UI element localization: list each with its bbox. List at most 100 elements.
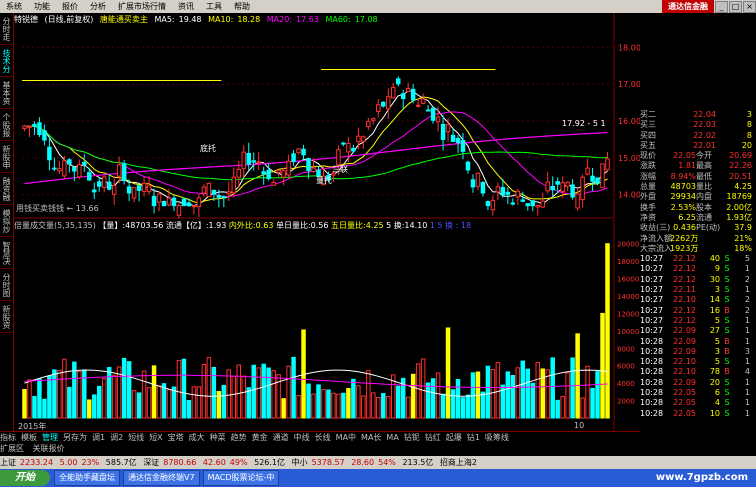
left-tab-fundamentals[interactable]: 基本资料 bbox=[0, 77, 13, 109]
candle-body bbox=[27, 125, 32, 128]
volume-bar bbox=[510, 374, 516, 419]
volume-bar bbox=[37, 378, 42, 419]
tick-direction: S bbox=[724, 326, 730, 336]
single-label: 单日量比: bbox=[275, 221, 311, 230]
volume-bar bbox=[261, 363, 266, 419]
indicator-tab[interactable]: 黄金 bbox=[252, 433, 268, 442]
indicator-tab[interactable]: 短线 bbox=[128, 433, 144, 442]
tick-direction: S bbox=[724, 274, 730, 284]
menu-item-ext-market[interactable]: 扩展市场行情 bbox=[112, 0, 172, 13]
strategy-label: 唐能通买卖主 bbox=[99, 15, 148, 24]
indicator-tab[interactable]: MA bbox=[386, 433, 398, 442]
tick-direction: B bbox=[724, 367, 730, 377]
volume-bar bbox=[141, 370, 147, 419]
candle-body bbox=[226, 191, 232, 195]
ma60-label: MA60: bbox=[325, 15, 351, 24]
indicator-tab[interactable]: 宝塔 bbox=[168, 433, 184, 442]
indicator-tab[interactable]: 指标 bbox=[0, 433, 16, 442]
indicator-tab[interactable]: 起爆 bbox=[446, 433, 462, 442]
tick-row: 10:28 22.05 4 S 1 bbox=[640, 398, 756, 408]
candle-body bbox=[550, 185, 555, 191]
left-tab-ipo[interactable]: 新股申购 bbox=[0, 141, 13, 173]
maximize-icon[interactable]: □ bbox=[729, 1, 742, 13]
indicator-tab[interactable]: 调1 bbox=[92, 433, 105, 442]
left-tab-news[interactable]: 新股资讯 bbox=[0, 301, 13, 333]
tab-related-quote[interactable]: 关联报价 bbox=[33, 444, 65, 453]
tick-direction: B bbox=[724, 346, 730, 356]
taskbar-item-tdx[interactable]: 通达信金融终端V7 bbox=[123, 470, 200, 486]
start-button[interactable]: 开始 bbox=[0, 470, 50, 486]
left-tab-minute[interactable]: 分时图 bbox=[0, 269, 13, 301]
current-price-annotation: 17.92 - 5 1 bbox=[562, 119, 606, 128]
indicator-tab[interactable]: 中线 bbox=[294, 433, 310, 442]
left-tab-intraday[interactable]: 分时走势 bbox=[0, 13, 13, 45]
bid-volume: 8 bbox=[746, 120, 752, 130]
stat-label: 涨跌 bbox=[640, 161, 656, 171]
menu-item-tools[interactable]: 工具 bbox=[200, 0, 228, 13]
indicator-tab[interactable]: 钻1 bbox=[467, 433, 480, 442]
candle-body bbox=[171, 197, 177, 207]
single-value: 0.56 bbox=[310, 221, 329, 230]
stat-value: 1923万 bbox=[670, 243, 699, 253]
taskbar-item-forum[interactable]: MACD股票论坛-中 bbox=[202, 470, 280, 486]
indicator-tab[interactable]: 种菜 bbox=[210, 433, 226, 442]
bid-price: 22.01 bbox=[693, 140, 716, 150]
quote-panel: 买二 22.04 3 买三 22.03 8 买四 22.02 8 买五 22.01 20 现价 22.05… bbox=[640, 110, 756, 431]
price-tick-label: 17.00 bbox=[618, 80, 640, 89]
indicator-tab[interactable]: 趋势 bbox=[231, 433, 247, 442]
candle-body bbox=[346, 142, 351, 153]
volume-bar bbox=[395, 385, 401, 419]
menu-item-help[interactable]: 帮助 bbox=[228, 0, 256, 13]
indicator-tab[interactable]: MA中 bbox=[336, 433, 356, 442]
indicator-tab[interactable]: 通道 bbox=[273, 433, 289, 442]
volume-bar bbox=[87, 399, 92, 419]
indicator-tab[interactable]: 调2 bbox=[110, 433, 123, 442]
indicator-tab[interactable]: 管理 bbox=[42, 433, 58, 442]
volume-bar bbox=[27, 379, 32, 419]
taskbar-item-assistant[interactable]: 全能助手藏盘坛 bbox=[54, 470, 120, 486]
left-tab-stock-report[interactable]: 个股报表 bbox=[0, 109, 13, 141]
tick-row: 10:28 22.09 5 B 1 bbox=[640, 337, 756, 347]
chart-area[interactable]: 18.00 17.00 16.00 15.00 14.00 20000 18000 1600… bbox=[14, 13, 640, 431]
candle-body bbox=[296, 148, 301, 154]
candle-body bbox=[405, 88, 411, 93]
tab-extension-area[interactable]: 扩展区 bbox=[0, 444, 24, 453]
left-tab-decision[interactable]: 智慧决策 bbox=[0, 237, 13, 269]
bid-row: 买二 22.04 3 bbox=[640, 110, 756, 120]
candle-body bbox=[106, 181, 112, 190]
left-tab-technical[interactable]: 技术分析 bbox=[0, 45, 13, 77]
indicator-tab[interactable]: MA长 bbox=[361, 433, 381, 442]
indicator-tab[interactable]: 长线 bbox=[315, 433, 331, 442]
candle-body bbox=[450, 134, 456, 142]
inner-value: 0.63 bbox=[255, 221, 274, 230]
vol-extra: 1 5 换 : 18 bbox=[429, 221, 472, 230]
menu-item-system[interactable]: 系统 bbox=[0, 0, 28, 13]
tick-time: 10:28 bbox=[640, 367, 664, 377]
indicator-tab[interactable]: 吸筹线 bbox=[485, 433, 509, 442]
menu-item-quote[interactable]: 报价 bbox=[56, 0, 84, 13]
vol-value: 48703.56 bbox=[125, 221, 164, 230]
left-tab-margin[interactable]: 融资融券 bbox=[0, 173, 13, 205]
menu-item-function[interactable]: 功能 bbox=[28, 0, 56, 13]
tick-row: 10:28 22.10 78 B 4 bbox=[640, 367, 756, 377]
tick-time: 10:27 bbox=[640, 326, 664, 336]
indicator-tab[interactable]: 成大 bbox=[189, 433, 205, 442]
volume-bar bbox=[221, 385, 227, 419]
zx-percent: 54% bbox=[378, 458, 396, 467]
menu-item-analysis[interactable]: 分析 bbox=[84, 0, 112, 13]
candle-body bbox=[575, 193, 580, 209]
indicator-tab[interactable]: 另存为 bbox=[63, 433, 87, 442]
indicator-tab[interactable]: 钻红 bbox=[425, 433, 441, 442]
close-icon[interactable]: × bbox=[743, 1, 756, 13]
indicator-tab[interactable]: 短X bbox=[149, 433, 162, 442]
indicator-tab[interactable]: 钻铌 bbox=[404, 433, 420, 442]
left-tab-simulate[interactable]: 模拟炒股 bbox=[0, 205, 13, 237]
menu-item-info[interactable]: 资讯 bbox=[172, 0, 200, 13]
volume-bar bbox=[480, 391, 486, 419]
candle-body bbox=[580, 176, 585, 201]
volume-bar bbox=[585, 365, 590, 419]
tick-price: 22.05 bbox=[673, 398, 696, 408]
minimize-icon[interactable]: _ bbox=[715, 1, 728, 13]
stat-row: 总量 48703 量比 4.25 bbox=[640, 182, 756, 192]
indicator-tab[interactable]: 模板 bbox=[21, 433, 37, 442]
